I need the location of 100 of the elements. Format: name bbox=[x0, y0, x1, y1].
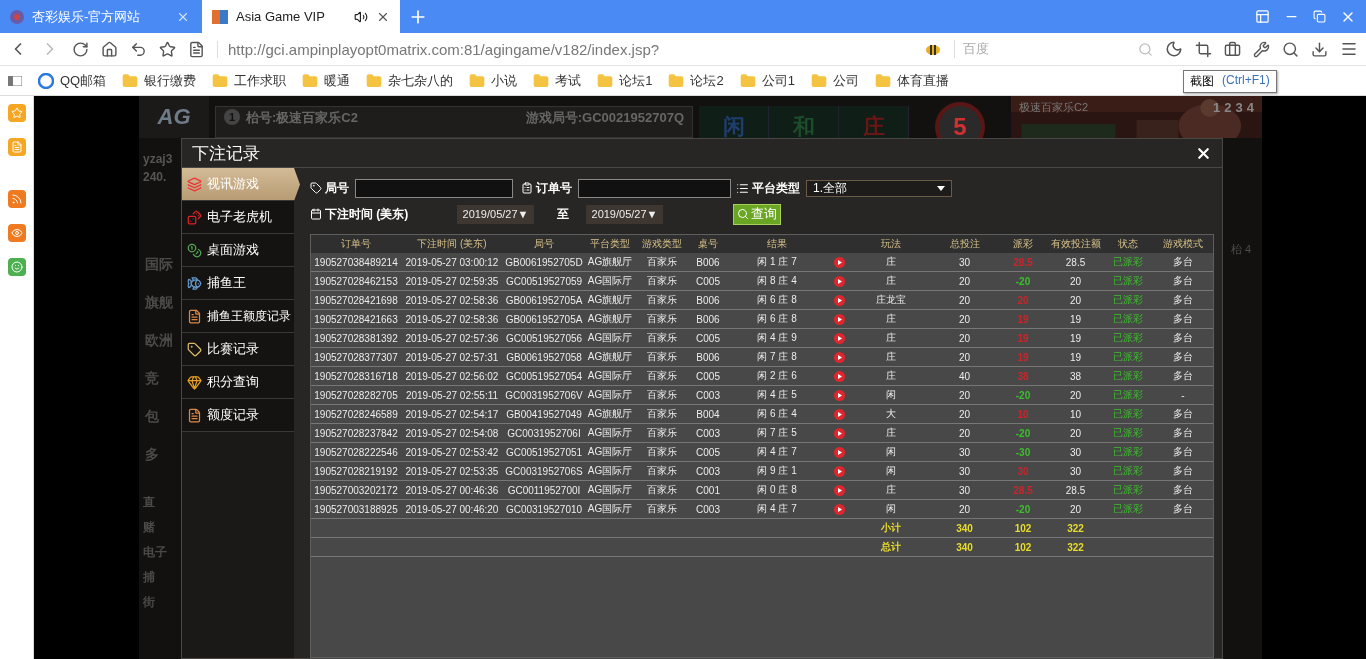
restore-icon[interactable] bbox=[1313, 10, 1326, 23]
table-cell: 庄 bbox=[851, 366, 931, 386]
eye-icon[interactable] bbox=[7, 224, 26, 242]
menu-item[interactable]: 比赛记录 bbox=[182, 333, 294, 366]
table-cell: 已派彩 bbox=[1103, 328, 1153, 348]
layout-icon[interactable] bbox=[1255, 9, 1270, 24]
play-icon[interactable] bbox=[833, 294, 845, 306]
play-icon[interactable] bbox=[833, 503, 845, 515]
home-icon[interactable] bbox=[101, 40, 118, 58]
bookmark[interactable]: 体育直播 bbox=[874, 71, 949, 90]
table-cell: 已派彩 bbox=[1103, 347, 1153, 367]
table-cell: 19 bbox=[1048, 347, 1103, 367]
rss-icon[interactable] bbox=[7, 190, 26, 208]
range-separator: 至 bbox=[557, 205, 569, 223]
bookmark[interactable]: 工作求职 bbox=[212, 71, 287, 90]
menu-item[interactable]: 额度记录 bbox=[182, 399, 294, 432]
address-field[interactable]: http://gci.ampinplayopt0matrix.com:81/agingame/v182/index.jsp? bbox=[217, 40, 912, 58]
table-cell: 2019-05-27 02:53:42 bbox=[401, 442, 503, 462]
bookmark[interactable]: 暖通 bbox=[302, 71, 351, 90]
table-cell: C003 bbox=[689, 423, 727, 443]
video-tab[interactable]: 1 bbox=[1213, 100, 1221, 134]
table-cell: C001 bbox=[689, 480, 727, 500]
platform-select[interactable]: 1.全部 bbox=[806, 179, 952, 197]
table-cell: 190527028377307 bbox=[311, 347, 401, 367]
bookmark[interactable]: 论坛2 bbox=[668, 71, 724, 90]
sidebar-toggle-icon[interactable] bbox=[8, 75, 22, 86]
play-icon[interactable] bbox=[833, 408, 845, 420]
table-cell: 庄 bbox=[851, 480, 931, 500]
reload-icon[interactable] bbox=[72, 40, 89, 58]
undo-icon[interactable] bbox=[130, 40, 147, 58]
play-icon[interactable] bbox=[833, 484, 845, 496]
download-icon[interactable] bbox=[1311, 40, 1328, 58]
field-label: 订单号 bbox=[536, 179, 572, 197]
bookmark[interactable]: 银行缴费 bbox=[122, 71, 197, 90]
crop-icon[interactable] bbox=[1195, 40, 1212, 58]
table-cell: AG旗舰厅 bbox=[585, 309, 635, 329]
table-cell: AG旗舰厅 bbox=[585, 290, 635, 310]
play-icon[interactable] bbox=[833, 351, 845, 363]
video-tab[interactable]: 2 bbox=[1224, 100, 1232, 134]
table-cell: AG国际厅 bbox=[585, 328, 635, 348]
table-cell: 190527028219192 bbox=[311, 461, 401, 481]
menu-item[interactable]: 电子老虎机 bbox=[182, 201, 294, 234]
reader-icon[interactable] bbox=[188, 40, 205, 58]
bookmark[interactable]: 小说 bbox=[469, 71, 518, 90]
doc-icon bbox=[187, 308, 202, 324]
play-icon[interactable] bbox=[833, 465, 845, 477]
caret-icon bbox=[937, 185, 945, 191]
table-cell: GB0061952705A bbox=[503, 309, 585, 329]
table-cell: 百家乐 bbox=[635, 253, 689, 272]
play-icon[interactable] bbox=[833, 427, 845, 439]
wrench-icon[interactable] bbox=[1253, 40, 1270, 58]
table-cell: 已派彩 bbox=[1103, 423, 1153, 443]
date-picker[interactable]: 2019/05/27▼ bbox=[457, 204, 534, 224]
menu-item[interactable]: 桌面游戏 bbox=[182, 234, 294, 267]
column-header: 订单号 bbox=[311, 235, 401, 253]
table-cell: -20 bbox=[998, 499, 1048, 519]
bookmark[interactable]: 公司1 bbox=[739, 71, 795, 90]
site-icon bbox=[10, 9, 24, 24]
bookmark[interactable]: 论坛1 bbox=[597, 71, 653, 90]
bee-icon[interactable] bbox=[924, 42, 942, 56]
toolbox-icon[interactable] bbox=[1224, 40, 1241, 58]
table-cell: 30 bbox=[1048, 461, 1103, 481]
table-cell: 20 bbox=[1048, 423, 1103, 443]
date-picker[interactable]: 2019/05/27▼ bbox=[586, 204, 663, 224]
video-tab[interactable]: 3 bbox=[1235, 100, 1243, 134]
search-field[interactable]: 百度 bbox=[954, 40, 1153, 58]
search-icon bbox=[737, 208, 749, 220]
clipboard-icon bbox=[521, 182, 533, 194]
menu-item[interactable]: 捕鱼王额度记录 bbox=[182, 300, 294, 333]
video-tab[interactable]: 4 bbox=[1246, 100, 1254, 134]
star-icon[interactable] bbox=[159, 40, 176, 58]
menu-icon[interactable] bbox=[1340, 40, 1358, 58]
smile-icon[interactable] bbox=[7, 258, 26, 276]
query-button[interactable]: 查询 bbox=[733, 203, 781, 225]
play-icon[interactable] bbox=[833, 313, 845, 325]
speaker-icon[interactable] bbox=[354, 9, 368, 24]
menu-item[interactable]: 积分查询 bbox=[182, 366, 294, 399]
play-icon[interactable] bbox=[833, 256, 845, 268]
table-cell: 2019-05-27 02:55:11 bbox=[401, 385, 503, 405]
input-field[interactable] bbox=[355, 178, 513, 198]
bookmark[interactable]: 考试 bbox=[533, 71, 582, 90]
table-cell: GC0031952706V bbox=[503, 385, 585, 405]
username: yzaj3 bbox=[142, 152, 174, 166]
play-icon[interactable] bbox=[833, 370, 845, 382]
play-icon[interactable] bbox=[833, 275, 845, 287]
moon-icon[interactable] bbox=[1165, 40, 1183, 58]
bookmark[interactable]: 杂七杂八的 bbox=[366, 71, 454, 90]
column-header: 状态 bbox=[1103, 235, 1153, 253]
play-icon[interactable] bbox=[833, 446, 845, 458]
play-icon[interactable] bbox=[833, 332, 845, 344]
folder-icon bbox=[122, 72, 139, 89]
menu-item[interactable]: 捕鱼王 bbox=[182, 267, 294, 300]
bookmark[interactable]: QQ邮箱 bbox=[38, 71, 107, 90]
input-field[interactable] bbox=[578, 178, 731, 198]
column-header: 结果 bbox=[727, 235, 827, 253]
table-cell: C005 bbox=[689, 328, 727, 348]
bookmark[interactable]: 公司 bbox=[810, 71, 859, 90]
table-cell: GC0031952706I bbox=[503, 423, 585, 443]
play-icon[interactable] bbox=[833, 389, 845, 401]
browser-tab[interactable]: Asia Game VIP bbox=[202, 0, 400, 33]
